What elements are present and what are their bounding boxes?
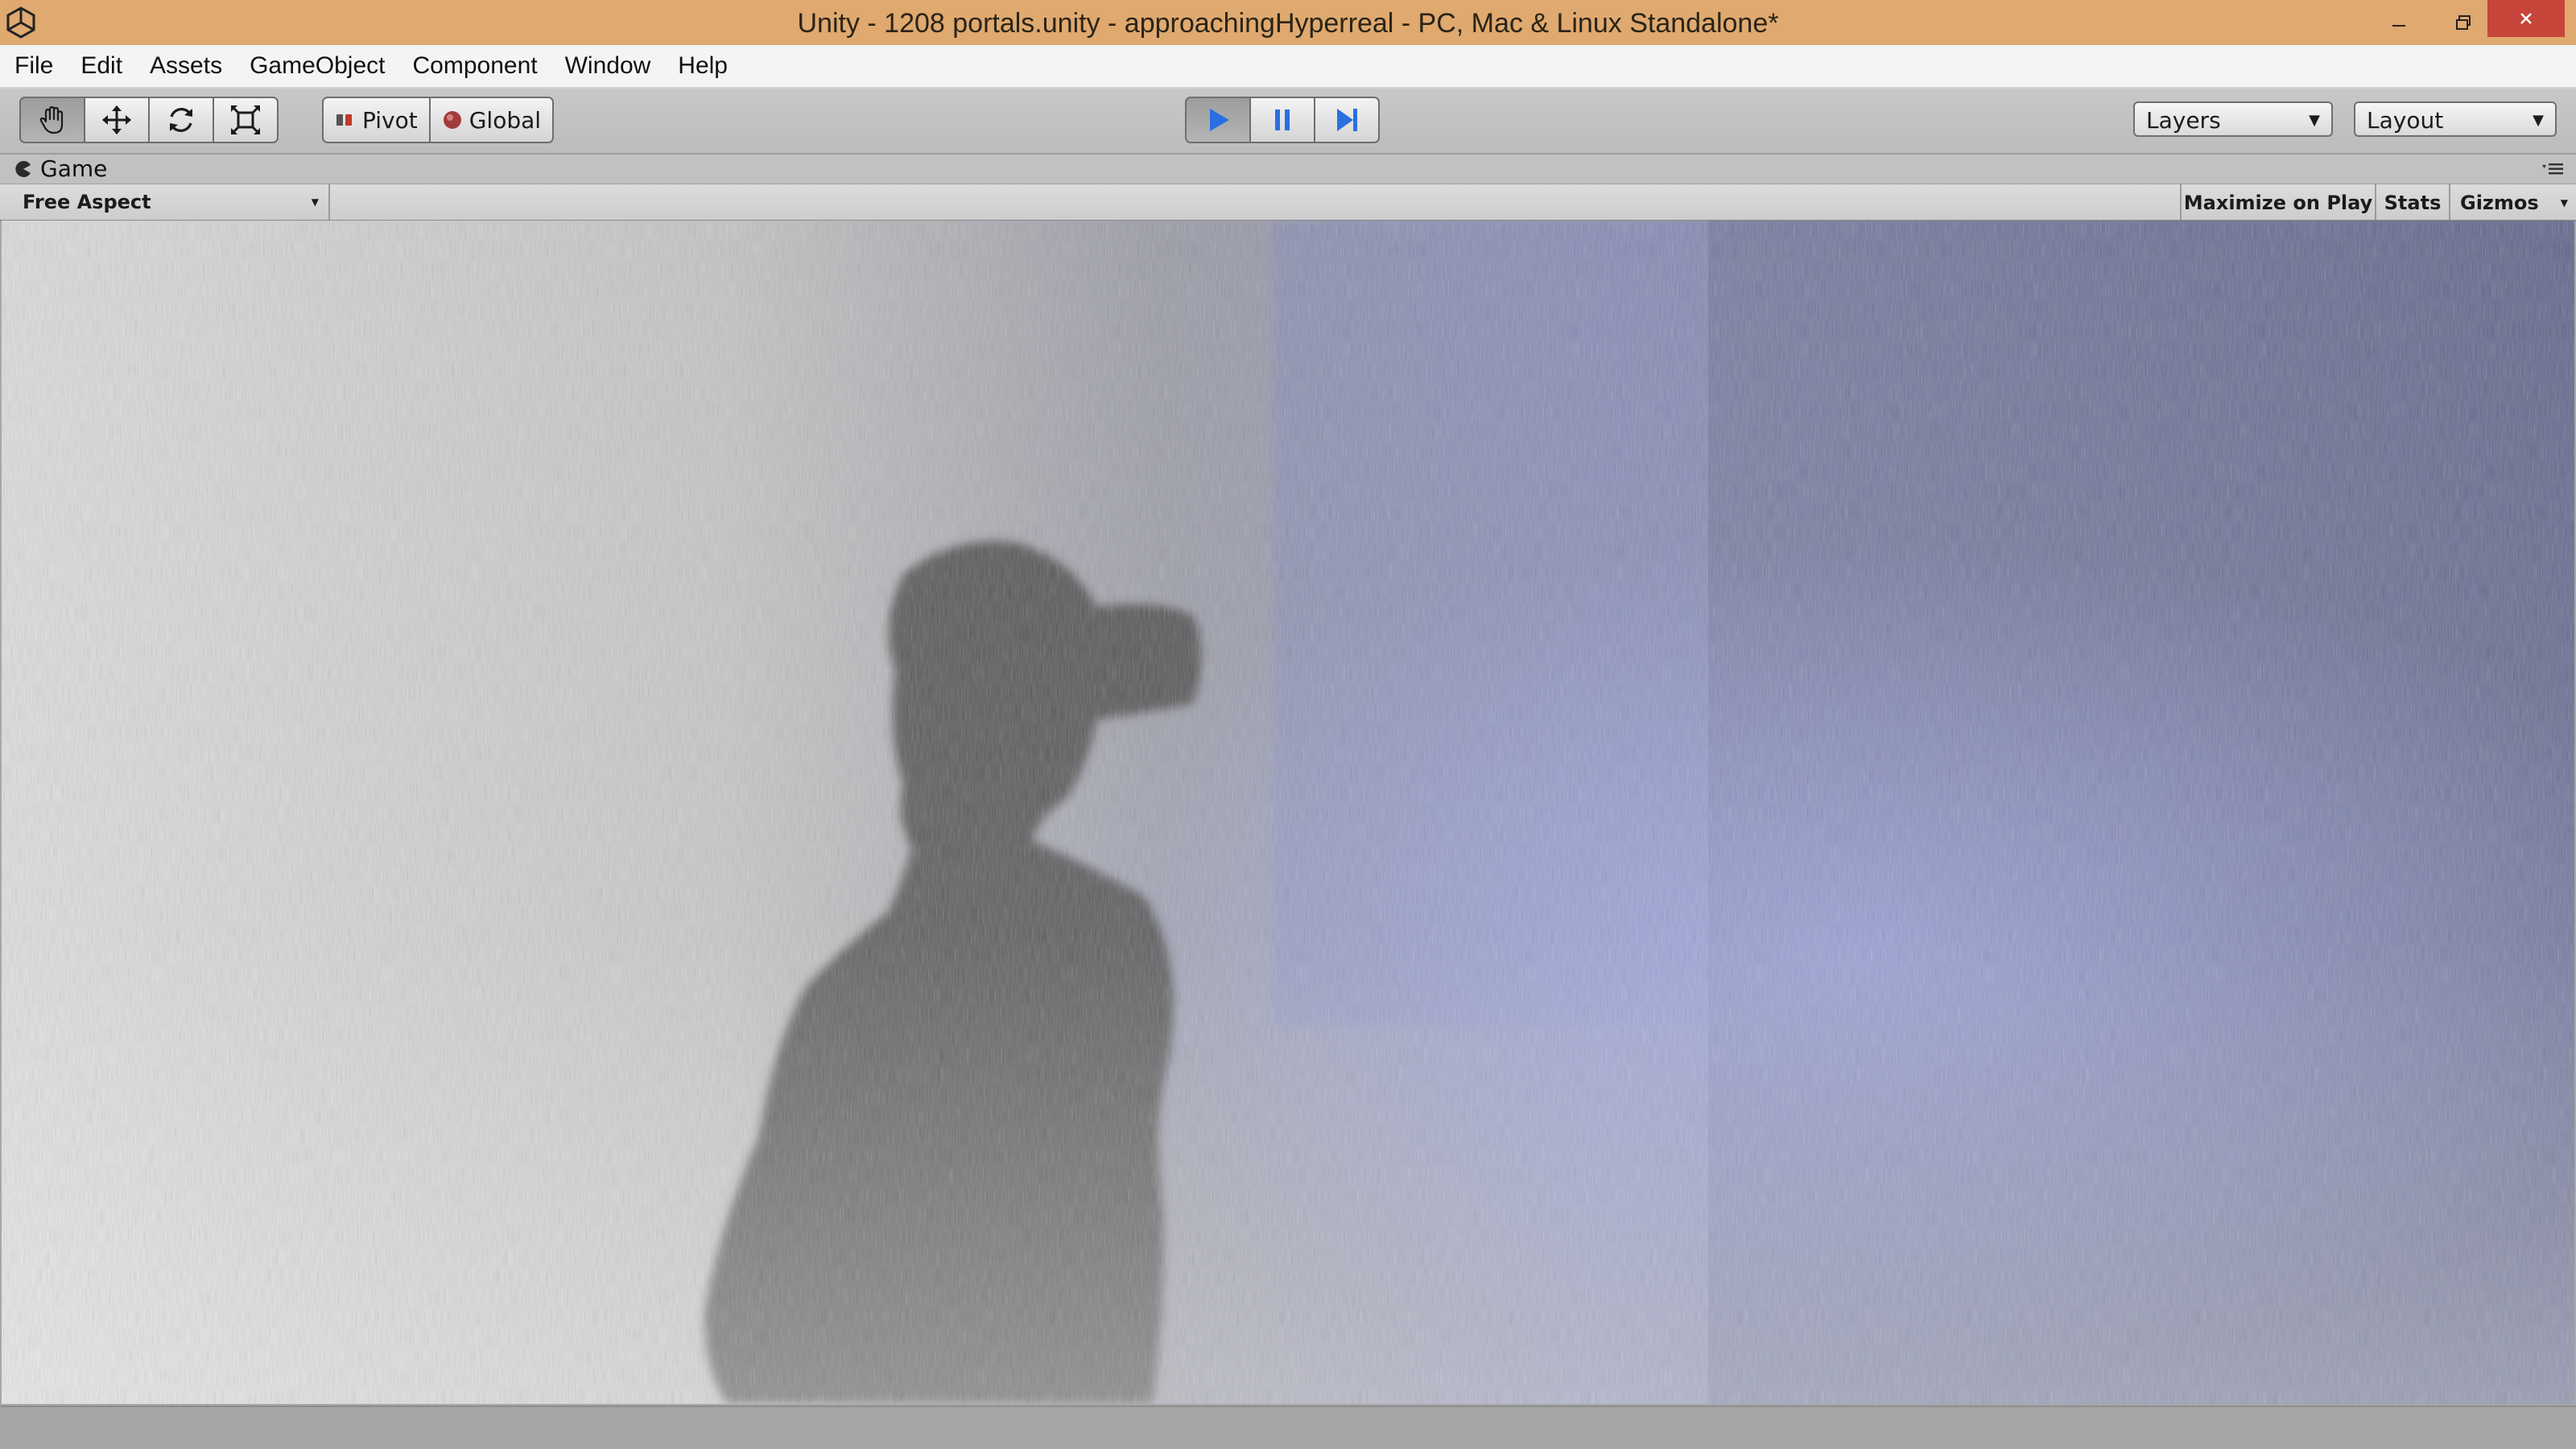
menu-gameobject[interactable]: GameObject	[236, 45, 398, 87]
game-scene-image	[2, 221, 2574, 1404]
play-tools	[1185, 97, 1380, 143]
minimize-icon	[2392, 25, 2405, 27]
chevron-down-icon: ▼	[2309, 112, 2320, 129]
stats-button[interactable]: Stats	[2375, 184, 2449, 220]
tab-game-label: Game	[40, 155, 108, 182]
chevron-down-icon: ▼	[2533, 112, 2544, 129]
play-button[interactable]	[1185, 97, 1251, 143]
unity-editor-window: Unity - 1208 portals.unity - approaching…	[0, 0, 2576, 1449]
restore-button[interactable]	[2431, 0, 2496, 45]
menu-bar: File Edit Assets GameObject Component Wi…	[0, 45, 2576, 89]
transform-tools	[19, 97, 279, 143]
layout-label: Layout	[2367, 107, 2444, 134]
main-toolbar: Pivot Global Layers ▼ Layout ▼	[0, 89, 2576, 155]
scale-tool-button[interactable]	[214, 97, 279, 143]
menu-component[interactable]: Component	[398, 45, 551, 87]
tab-game[interactable]: Game	[14, 155, 107, 184]
global-toggle-button[interactable]: Global	[430, 97, 555, 143]
maximize-on-play-button[interactable]: Maximize on Play	[2180, 184, 2375, 220]
close-button[interactable]	[2487, 0, 2565, 37]
pivot-toggle-button[interactable]: Pivot	[322, 97, 431, 143]
close-icon	[2520, 13, 2532, 24]
hand-tool-button[interactable]	[19, 97, 85, 143]
step-icon	[1337, 109, 1357, 131]
menu-edit[interactable]: Edit	[67, 45, 136, 87]
pacman-icon	[15, 161, 31, 177]
rotate-icon	[170, 108, 192, 132]
gizmos-button[interactable]: Gizmos ▼	[2449, 184, 2576, 220]
scale-icon	[230, 105, 261, 135]
menu-window[interactable]: Window	[551, 45, 665, 87]
layers-label: Layers	[2146, 107, 2221, 134]
pivot-icon	[336, 114, 352, 126]
layers-dropdown[interactable]: Layers ▼	[2133, 101, 2333, 137]
game-view-toolbar: Free Aspect ▼ Maximize on Play Stats Giz…	[0, 184, 2576, 221]
menu-assets[interactable]: Assets	[136, 45, 236, 87]
chevron-down-icon: ▼	[311, 196, 319, 208]
window-title: Unity - 1208 portals.unity - approaching…	[797, 8, 1779, 39]
step-button[interactable]	[1315, 97, 1380, 143]
move-tool-button[interactable]	[85, 97, 150, 143]
menu-help[interactable]: Help	[664, 45, 741, 87]
move-icon	[102, 105, 131, 134]
pause-icon	[1275, 109, 1290, 130]
global-icon	[443, 111, 461, 129]
chevron-down-icon: ▼	[2560, 197, 2568, 208]
hand-icon	[39, 105, 64, 134]
menu-file[interactable]: File	[0, 45, 67, 87]
gizmos-label: Gizmos	[2460, 192, 2539, 214]
pivot-label: Pivot	[362, 106, 418, 134]
pivot-tools: Pivot Global	[322, 97, 555, 143]
global-label: Global	[469, 106, 542, 134]
restore-icon	[2456, 15, 2471, 30]
status-bar	[0, 1406, 2576, 1449]
game-view-render[interactable]	[2, 221, 2574, 1404]
play-icon	[1210, 109, 1229, 131]
title-bar: Unity - 1208 portals.unity - approaching…	[0, 0, 2576, 45]
rotate-tool-button[interactable]	[150, 97, 214, 143]
panel-menu-icon[interactable]	[2541, 161, 2565, 177]
aspect-label: Free Aspect	[23, 191, 151, 213]
minimize-button[interactable]	[2367, 0, 2431, 45]
layout-dropdown[interactable]: Layout ▼	[2354, 101, 2557, 137]
game-panel-header: Game	[0, 155, 2576, 184]
aspect-dropdown[interactable]: Free Aspect ▼	[11, 184, 330, 220]
pause-button[interactable]	[1251, 97, 1315, 143]
